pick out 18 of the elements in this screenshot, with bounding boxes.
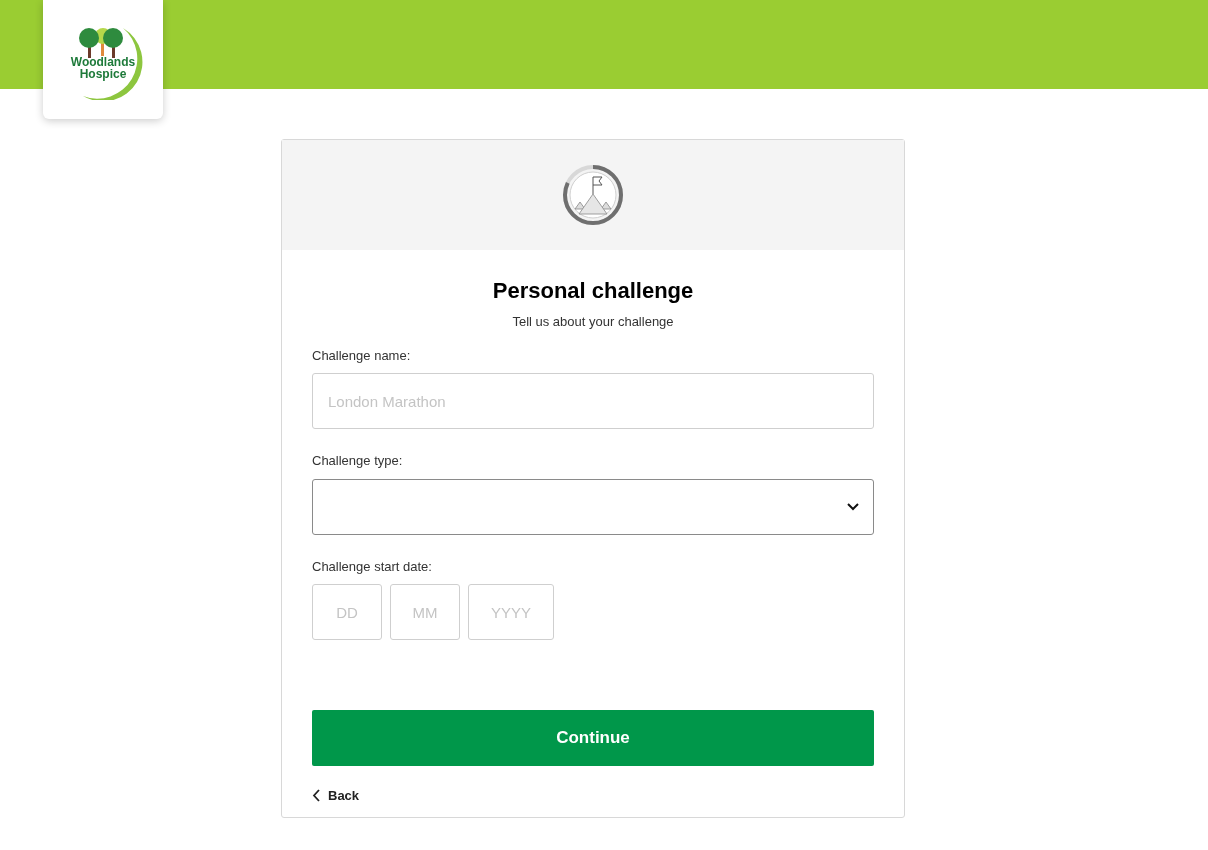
- continue-button[interactable]: Continue: [312, 710, 874, 766]
- chevron-left-icon: [312, 789, 320, 803]
- logo-text: Hospice: [78, 67, 128, 80]
- field-label: Challenge type:: [312, 452, 404, 470]
- date-part-field[interactable]: MM: [390, 584, 460, 640]
- text-field[interactable]: London Marathon: [312, 373, 874, 429]
- field-label: Challenge start date:: [312, 557, 433, 576]
- field-label: Challenge name:: [312, 346, 412, 365]
- back-link[interactable]: Back: [312, 786, 360, 806]
- date-part-field[interactable]: DD: [312, 584, 382, 640]
- logo-card[interactable]: Woodlands Hospice: [43, 0, 163, 119]
- chevron-down-icon: [847, 502, 859, 511]
- form-subtitle: Tell us about your challenge: [511, 313, 675, 331]
- mountain-flag-progress-icon: [562, 164, 624, 226]
- logo-text: Woodlands: [69, 55, 137, 68]
- dropdown-field[interactable]: [312, 478, 874, 535]
- form-title: Personal challenge: [491, 277, 695, 305]
- date-part-field[interactable]: YYYY: [468, 584, 554, 640]
